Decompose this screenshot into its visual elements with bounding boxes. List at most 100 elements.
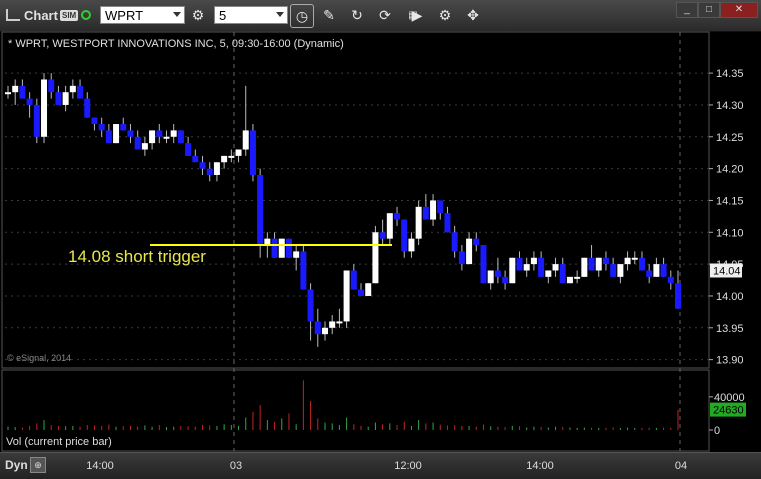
candle-body [559, 264, 566, 284]
candle-body [617, 264, 624, 277]
candle-body [278, 238, 285, 258]
candle-body [422, 206, 429, 220]
candle-body [285, 238, 292, 258]
time-tick-label: 14:00 [526, 460, 554, 472]
candle-body [120, 124, 127, 131]
link-icon[interactable] [81, 4, 91, 26]
candle-body [545, 270, 552, 277]
candle-body [293, 251, 300, 258]
candle-body [149, 130, 156, 144]
interval-input[interactable]: 5 [214, 6, 288, 24]
price-tick-label: 14.30 [716, 100, 744, 112]
candle-body [98, 124, 105, 131]
symbol-input[interactable]: WPRT [100, 6, 185, 24]
candle-body [365, 283, 372, 296]
time-tick-label: 12:00 [394, 460, 422, 472]
copyright: © eSignal, 2014 [7, 353, 72, 363]
candle-body [581, 257, 588, 277]
candle-body [646, 270, 653, 277]
volume-tick-label: 0 [714, 425, 720, 437]
candle-body [466, 238, 473, 265]
candle-body [77, 85, 84, 99]
price-tick-label: 14.15 [716, 195, 744, 207]
chart-grid [1, 31, 710, 452]
candle-body [624, 257, 631, 265]
price-chart[interactable]: 14.3514.3014.2514.2014.1514.1014.0514.00… [0, 31, 761, 452]
candle-body [62, 92, 69, 105]
pencil-icon[interactable]: ✎ [318, 4, 340, 26]
chart-title: * WPRT, WESTPORT INNOVATIONS INC, 5, 09:… [8, 38, 344, 50]
price-tick-label: 14.00 [716, 291, 744, 303]
volume-label: Vol (current price bar) [6, 436, 112, 448]
candle-body [170, 130, 177, 137]
candle-body [602, 257, 609, 265]
candle-body [415, 206, 422, 239]
candle-body [257, 174, 264, 246]
tools-icon[interactable]: ✥ [462, 4, 484, 26]
candle-body [177, 130, 184, 144]
candle-body [458, 251, 465, 265]
draw-icon[interactable]: ↻ [346, 4, 368, 26]
candle-body [516, 257, 523, 271]
candle-body [192, 155, 199, 163]
candle-body [19, 85, 26, 99]
candle-body [502, 276, 509, 284]
candle-body [566, 276, 573, 284]
candle-body [91, 117, 98, 125]
candle-body [300, 251, 307, 290]
candle-body [350, 270, 357, 290]
candlestick-series [5, 73, 681, 347]
chart-app-icon [6, 9, 20, 21]
candle-body [127, 130, 134, 137]
candle-body [588, 257, 595, 271]
price-tick-label: 14.20 [716, 164, 744, 176]
candle-body [538, 257, 545, 277]
candle-body [336, 321, 343, 324]
clock-icon[interactable]: ◷ [290, 4, 314, 28]
candle-body [33, 104, 40, 137]
candle-body [113, 124, 120, 144]
candle-body [437, 200, 444, 214]
candle-body [631, 257, 638, 260]
candle-body [26, 98, 33, 105]
candle-body [401, 219, 408, 252]
price-axis: 14.3514.3014.2514.2014.1514.1014.0514.00… [709, 68, 745, 437]
close-button[interactable]: ✕ [720, 2, 758, 18]
chevron-down-icon[interactable] [276, 12, 284, 17]
trigger-annotation[interactable]: 14.08 short trigger [68, 247, 206, 267]
sim-badge: SIM [60, 9, 79, 21]
candle-body [213, 162, 220, 175]
refresh-icon[interactable]: ⟳ [374, 4, 396, 26]
candle-body [329, 321, 336, 328]
candle-body [408, 238, 415, 252]
price-tick-label: 13.95 [716, 323, 744, 335]
restore-button[interactable]: □ [698, 2, 720, 18]
lock-icon[interactable]: ⊕ [30, 457, 46, 473]
candle-body [552, 264, 559, 271]
candle-body [55, 92, 62, 105]
last-price-text: 14.04 [713, 265, 741, 277]
volume-tick-label: 40000 [714, 392, 745, 404]
candle-body [5, 92, 11, 95]
chevron-down-icon[interactable] [173, 12, 181, 17]
candle-body [163, 136, 170, 139]
dyn-label[interactable]: Dyn [5, 458, 28, 472]
candle-body [379, 232, 386, 239]
cycle-icon[interactable]: ⚙ [187, 4, 209, 26]
play-icon[interactable]: ▶ [406, 4, 428, 26]
minimize-button[interactable]: _ [676, 2, 698, 18]
gear-icon[interactable]: ⚙ [434, 4, 456, 26]
app-title: Chart [24, 7, 58, 23]
volume-last-text: 24630 [713, 405, 744, 417]
candle-body [41, 79, 48, 137]
candle-body [494, 270, 501, 277]
candle-body [509, 257, 516, 284]
candle-body [444, 213, 451, 233]
candle-body [487, 270, 494, 284]
candle-body [206, 168, 213, 175]
candle-body [69, 85, 76, 93]
time-axis-bar: Dyn ⊕ [0, 452, 761, 479]
candle-body [105, 130, 112, 144]
price-tick-label: 14.10 [716, 227, 744, 239]
candle-body [249, 130, 256, 175]
